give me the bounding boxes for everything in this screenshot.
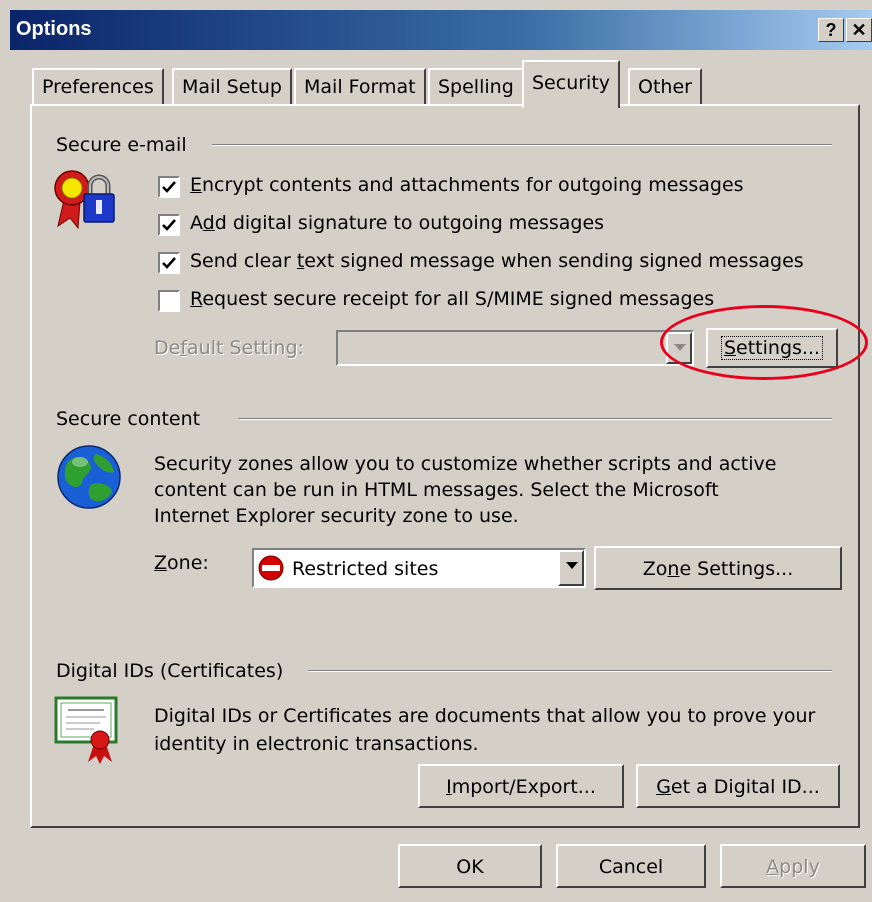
tab-label: Spelling (438, 76, 514, 98)
tab-label: Other (638, 76, 692, 98)
label-text: et a Digital ID... (670, 776, 820, 798)
label-text: OK (456, 856, 484, 878)
title-bar[interactable]: Options ? ✕ (10, 10, 872, 50)
encrypt-label[interactable]: Encrypt contents and attachments for out… (190, 174, 744, 196)
help-icon: ? (825, 20, 837, 40)
ok-button[interactable]: OK (398, 844, 542, 888)
window-title: Options (16, 18, 92, 40)
label-text: ault Setting: (187, 337, 304, 359)
mnemonic: Z (154, 552, 168, 574)
group-divider (212, 144, 832, 146)
label-text: Zo (642, 558, 668, 580)
tab-other[interactable]: Other (628, 68, 702, 104)
mnemonic: R (190, 288, 203, 310)
label-text: one: (167, 552, 209, 574)
import-export-button[interactable]: Import/Export... (418, 764, 624, 808)
digital-signature-label[interactable]: Add digital signature to outgoing messag… (190, 212, 604, 234)
tab-label: Security (532, 72, 611, 94)
options-dialog: Options ? ✕ Preferences Mail Setup Mail … (0, 0, 872, 902)
zone-dropdown[interactable]: Restricted sites (252, 548, 586, 588)
tab-security[interactable]: Security (522, 60, 621, 108)
label-text: Cancel (598, 856, 664, 878)
chevron-down-icon[interactable] (558, 550, 584, 586)
digital-ids-description: Digital IDs or Certificates are document… (154, 702, 815, 758)
help-button[interactable]: ? (818, 18, 844, 42)
description-line: Digital IDs or Certificates are document… (154, 705, 816, 727)
description-line: Security zones allow you to customize wh… (154, 453, 777, 475)
tab-label: Mail Setup (182, 76, 282, 98)
tab-mail-setup[interactable]: Mail Setup (172, 68, 292, 104)
tab-preferences[interactable]: Preferences (32, 68, 164, 104)
secure-email-heading: Secure e-mail (56, 134, 193, 156)
encrypt-checkbox[interactable] (158, 176, 180, 198)
group-divider (238, 418, 832, 420)
apply-button[interactable]: Apply (720, 844, 866, 888)
clear-text-label[interactable]: Send clear text signed message when send… (190, 250, 804, 272)
secure-content-heading: Secure content (56, 408, 207, 430)
label-text: De (154, 337, 181, 359)
label-text: e Settings... (679, 558, 794, 580)
secure-receipt-label[interactable]: Request secure receipt for all S/MIME si… (190, 288, 714, 310)
label-text: ncrypt contents and attachments for outg… (202, 174, 744, 196)
get-digital-id-button[interactable]: Get a Digital ID... (636, 764, 840, 808)
label-text: d digital signature to outgoing messages (214, 212, 605, 234)
tab-label: Mail Format (304, 76, 416, 98)
label-text: equest secure receipt for all S/MIME sig… (202, 288, 715, 310)
default-setting-dropdown[interactable] (336, 330, 694, 366)
secure-email-icon (50, 164, 118, 234)
label-text: pply (779, 856, 820, 878)
tab-spelling[interactable]: Spelling (428, 68, 524, 104)
cancel-button[interactable]: Cancel (556, 844, 706, 888)
close-icon: ✕ (851, 20, 867, 40)
tab-mail-format[interactable]: Mail Format (294, 68, 426, 104)
restricted-sites-icon (258, 555, 284, 581)
close-button[interactable]: ✕ (846, 18, 872, 42)
description-line: content can be run in HTML messages. Sel… (154, 479, 719, 501)
label-text: ext signed message when sending signed m… (304, 250, 804, 272)
mnemonic: E (190, 174, 203, 196)
mnemonic: d (202, 212, 215, 234)
label-text: mport/Export... (451, 776, 596, 798)
certificate-icon (54, 694, 124, 764)
secure-receipt-checkbox[interactable] (158, 290, 180, 312)
mnemonic: G (656, 776, 671, 798)
mnemonic: n (667, 558, 680, 580)
zone-settings-button[interactable]: Zone Settings... (594, 546, 842, 590)
zone-value: Restricted sites (292, 558, 439, 580)
tab-label: Preferences (42, 76, 154, 98)
default-setting-label: Default Setting: (154, 337, 304, 359)
zone-label: Zone: (154, 552, 209, 574)
clear-text-checkbox[interactable] (158, 252, 180, 274)
mnemonic: A (766, 856, 780, 878)
description-line: Internet Explorer security zone to use. (154, 505, 519, 527)
secure-content-description: Security zones allow you to customize wh… (154, 451, 776, 529)
group-divider (308, 670, 832, 672)
label-text: Send clear (190, 250, 297, 272)
digital-ids-heading: Digital IDs (Certificates) (56, 660, 290, 682)
digital-signature-checkbox[interactable] (158, 214, 180, 236)
globe-icon (56, 444, 122, 510)
security-panel: Secure e-mail Encrypt contents and attac… (30, 104, 860, 828)
highlight-annotation (660, 305, 868, 380)
description-line: identity in electronic transactions. (154, 733, 479, 755)
label-text: A (190, 212, 203, 234)
